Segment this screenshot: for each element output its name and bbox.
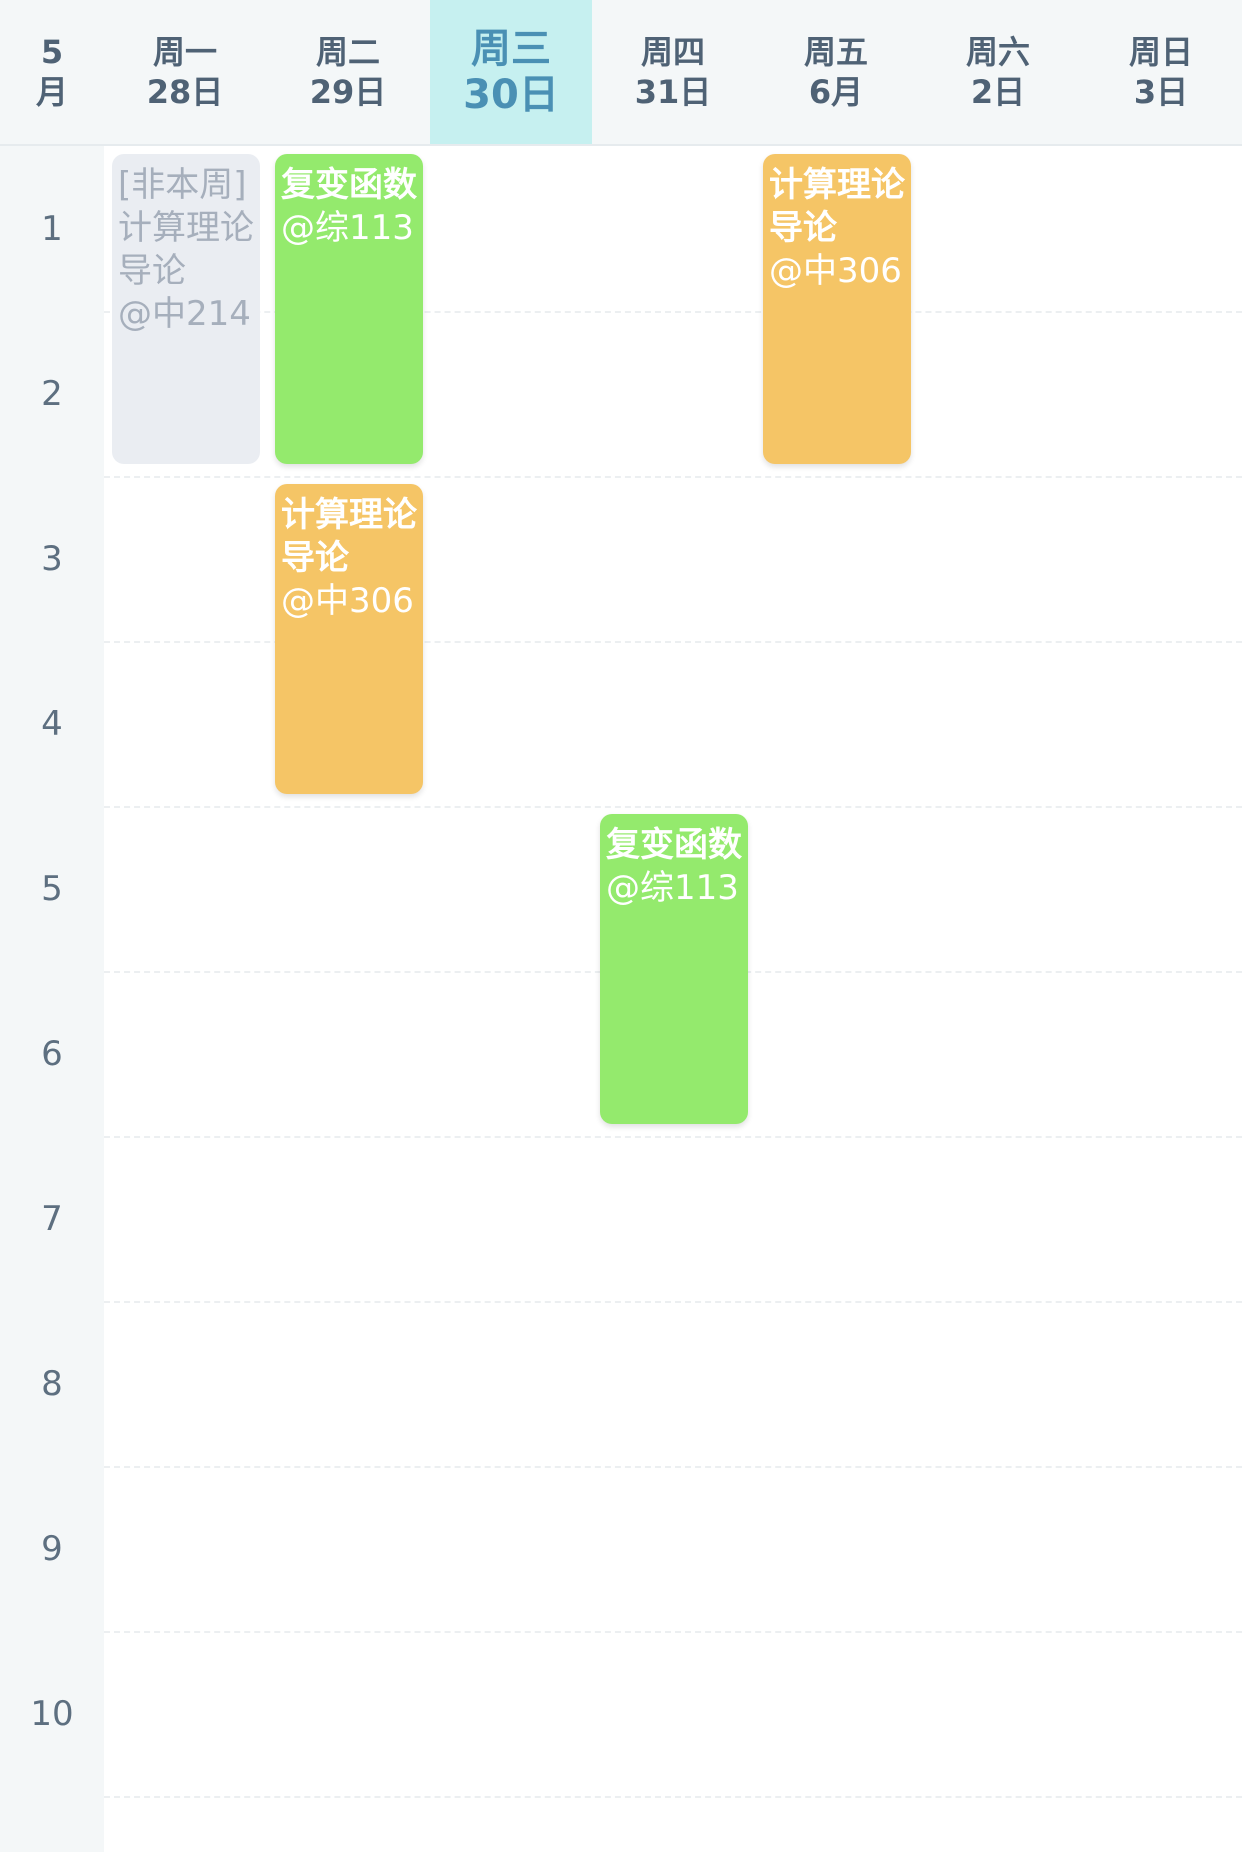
month-number: 5	[40, 33, 64, 71]
course-room: @综113	[281, 208, 414, 248]
course-card-inactive[interactable]: [非本周] 计算理论导论 @中214	[112, 154, 260, 464]
month-unit: 月	[35, 73, 68, 111]
day-header-thursday[interactable]: 周四 31日	[592, 0, 754, 144]
day-header-tuesday[interactable]: 周二 29日	[267, 0, 429, 144]
not-this-week-tag: [非本周]	[118, 165, 247, 205]
period-label: 2	[41, 373, 63, 414]
course-card[interactable]: 计算理论导论 @中306	[763, 154, 911, 464]
period-label: 5	[41, 868, 63, 909]
timetable-grid[interactable]: [非本周] 计算理论导论 @中214 复变函数 @综113 计算理论导论 @中3…	[104, 146, 1242, 1852]
grid-divider	[104, 806, 1242, 808]
course-card[interactable]: 计算理论导论 @中306	[275, 484, 423, 794]
date-label: 6月	[808, 73, 864, 111]
course-title: 复变函数	[606, 825, 742, 865]
grid-divider	[104, 1466, 1242, 1468]
day-header-sunday[interactable]: 周日 3日	[1080, 0, 1242, 144]
weekday-label: 周二	[315, 33, 380, 71]
date-label: 31日	[634, 73, 712, 111]
date-label: 28日	[146, 73, 224, 111]
grid-divider	[104, 476, 1242, 478]
course-room: @中306	[281, 581, 414, 621]
period-label: 6	[41, 1033, 63, 1074]
weekday-label: 周五	[803, 33, 868, 71]
day-header-monday[interactable]: 周一 28日	[104, 0, 266, 144]
weekday-label: 周四	[640, 33, 705, 71]
period-label: 10	[30, 1693, 74, 1734]
date-label: 30日	[463, 72, 559, 118]
grid-divider	[104, 1796, 1242, 1798]
date-label: 3日	[1133, 73, 1189, 111]
grid-divider	[104, 1136, 1242, 1138]
course-title: 计算理论导论	[769, 165, 905, 248]
weekday-label: 周六	[965, 33, 1030, 71]
course-title: 计算理论导论	[118, 208, 254, 291]
period-label: 7	[41, 1198, 63, 1239]
day-header-friday[interactable]: 周五 6月	[755, 0, 917, 144]
weekday-label: 周日	[1128, 33, 1193, 71]
grid-divider	[104, 1631, 1242, 1633]
course-room: @中214	[118, 294, 251, 334]
period-label: 9	[41, 1528, 63, 1569]
weekday-label: 周三	[471, 26, 551, 72]
course-card[interactable]: 复变函数 @综113	[275, 154, 423, 464]
period-label: 8	[41, 1363, 63, 1404]
period-label: 4	[41, 703, 63, 744]
date-label: 2日	[970, 73, 1026, 111]
period-column: 1 2 3 4 5 6 7 8 9 10	[0, 146, 104, 1852]
week-header: 5 月 周一 28日 周二 29日 周三 30日 周四 31日 周五 6月 周六…	[0, 0, 1242, 146]
month-indicator[interactable]: 5 月	[0, 0, 104, 144]
course-card[interactable]: 复变函数 @综113	[600, 814, 748, 1124]
weekday-label: 周一	[152, 33, 217, 71]
course-room: @中306	[769, 251, 902, 291]
course-title: 复变函数	[281, 165, 417, 205]
course-title: 计算理论导论	[281, 495, 417, 578]
timetable-app: 5 月 周一 28日 周二 29日 周三 30日 周四 31日 周五 6月 周六…	[0, 0, 1242, 1852]
day-header-saturday[interactable]: 周六 2日	[917, 0, 1079, 144]
course-room: @综113	[606, 868, 739, 908]
grid-divider	[104, 1301, 1242, 1303]
day-header-wednesday-today[interactable]: 周三 30日	[430, 0, 592, 144]
date-label: 29日	[309, 73, 387, 111]
period-label: 1	[41, 208, 63, 249]
period-label: 3	[41, 538, 63, 579]
